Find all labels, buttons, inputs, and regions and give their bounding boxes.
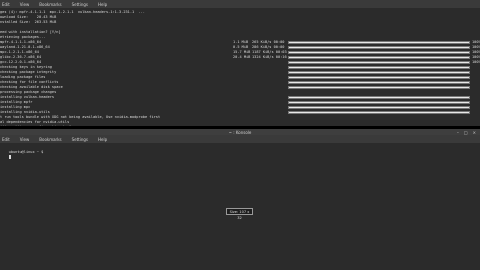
progress-fill bbox=[289, 87, 469, 88]
download-progress-bar bbox=[288, 46, 470, 49]
download-progress-bar bbox=[288, 51, 470, 54]
progress-fill bbox=[289, 102, 469, 103]
menu-view[interactable]: View bbox=[20, 2, 30, 7]
download-progress-bar bbox=[288, 56, 470, 59]
prompt-text: ubuntu@linux ~ $ bbox=[8, 150, 44, 154]
step-progress-bar bbox=[288, 71, 470, 74]
header-text: nstalled Size: 263.53 MiB bbox=[0, 20, 57, 24]
progress-fill bbox=[289, 52, 469, 53]
progress-fill bbox=[289, 77, 469, 78]
menu-bookmarks[interactable]: Bookmarks bbox=[39, 2, 61, 7]
top-terminal[interactable]: Edit View Bookmarks Settings Help ges (4… bbox=[0, 0, 480, 126]
menubar-top: Edit View Bookmarks Settings Help bbox=[0, 0, 480, 8]
menu-edit-bottom[interactable]: Edit bbox=[2, 137, 10, 142]
menu-bookmarks-bottom[interactable]: Bookmarks bbox=[39, 137, 61, 142]
step-progress-bar bbox=[288, 76, 470, 79]
menu-help-bottom[interactable]: Help bbox=[98, 137, 107, 142]
progress-fill bbox=[289, 97, 469, 98]
step-progress-bar bbox=[288, 101, 470, 104]
progress-fill bbox=[289, 62, 469, 63]
footer-text: idia-settings: configuration tool bbox=[0, 125, 71, 126]
menu-help[interactable]: Help bbox=[98, 2, 107, 7]
prompt-line[interactable]: ubuntu@linux ~ $ bbox=[0, 145, 43, 159]
progress-fill bbox=[289, 67, 469, 68]
progress-fill bbox=[289, 57, 469, 58]
progress-fill bbox=[289, 112, 469, 113]
progress-fill bbox=[289, 72, 469, 73]
package-size: 20.4 MiB bbox=[233, 55, 251, 59]
download-progress-bar bbox=[288, 41, 470, 44]
menu-edit[interactable]: Edit bbox=[2, 2, 10, 7]
text-cursor bbox=[8, 155, 11, 159]
step-progress-bar bbox=[288, 66, 470, 69]
bottom-terminal[interactable]: Edit View Bookmarks Settings Help ubuntu… bbox=[0, 135, 480, 270]
progress-fill bbox=[289, 82, 469, 83]
progress-fill bbox=[289, 107, 469, 108]
size-tooltip: Size: 107 x 32 bbox=[226, 208, 253, 220]
step-progress-bar bbox=[288, 96, 470, 99]
menu-view-bottom[interactable]: View bbox=[20, 137, 30, 142]
download-progress-bar bbox=[288, 61, 470, 64]
progress-percent: 100% bbox=[472, 60, 480, 64]
progress-fill bbox=[289, 42, 469, 43]
step-progress-bar bbox=[288, 111, 470, 114]
step-progress-bar bbox=[288, 106, 470, 109]
step-progress-bar bbox=[288, 86, 470, 89]
menu-settings[interactable]: Settings bbox=[72, 2, 88, 7]
download-speed: 1324 KiB/s 00:16 bbox=[252, 55, 287, 59]
step-progress-bar bbox=[288, 81, 470, 84]
progress-fill bbox=[289, 47, 469, 48]
menubar-bottom: Edit View Bookmarks Settings Help bbox=[0, 135, 480, 143]
menu-settings-bottom[interactable]: Settings bbox=[72, 137, 88, 142]
